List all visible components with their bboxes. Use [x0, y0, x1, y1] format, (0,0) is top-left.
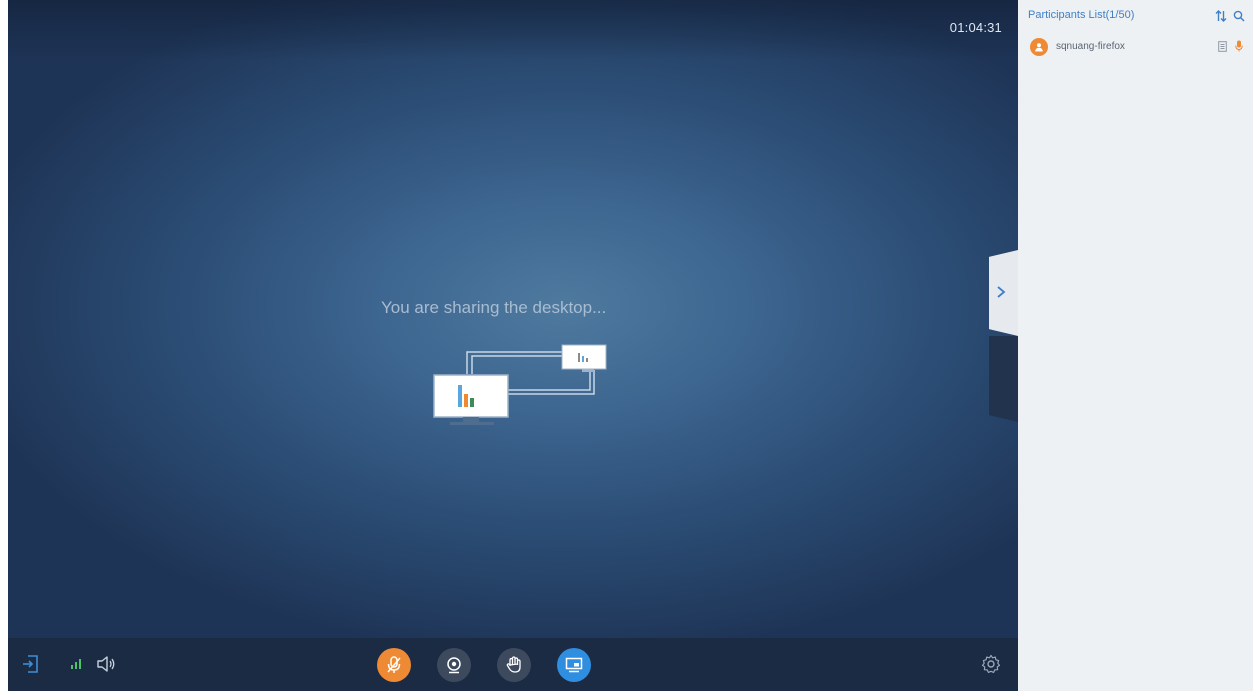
speaker-button[interactable] — [96, 656, 116, 672]
raise-hand-button[interactable] — [497, 648, 531, 682]
exit-icon — [23, 655, 38, 673]
search-icon — [1233, 10, 1245, 22]
user-icon — [1035, 43, 1043, 52]
speaker-icon — [97, 656, 115, 672]
sort-button[interactable] — [1215, 9, 1227, 27]
avatar — [1030, 38, 1048, 56]
participants-title: Participants List(1/50) — [1028, 9, 1135, 21]
video-stage: 01:04:31 You are sharing the desktop... — [8, 0, 1018, 638]
mic-muted-icon — [387, 656, 401, 673]
participant-row[interactable]: sqnuang-firefox — [1018, 34, 1253, 62]
settings-icon — [981, 654, 1001, 673]
chevron-right-icon — [997, 286, 1006, 298]
mute-mic-button[interactable] — [377, 648, 411, 682]
exit-button[interactable] — [22, 654, 40, 674]
sort-icon — [1215, 10, 1227, 22]
meeting-window: 01:04:31 You are sharing the desktop... — [0, 0, 1253, 691]
meeting-controls-bar — [8, 638, 1018, 691]
participant-name: sqnuang-firefox — [1056, 41, 1125, 52]
screen-share-icon — [565, 657, 583, 673]
settings-button[interactable] — [981, 654, 1001, 674]
mic-icon[interactable] — [1235, 40, 1243, 52]
screen-share-button[interactable] — [557, 648, 591, 682]
signal-icon — [71, 659, 81, 669]
meeting-timer: 01:04:31 — [949, 20, 1002, 35]
hand-icon — [506, 656, 521, 673]
search-button[interactable] — [1233, 9, 1245, 27]
doc-icon — [1218, 40, 1227, 52]
sharing-status-text: You are sharing the desktop... — [381, 298, 607, 317]
network-signal — [70, 658, 82, 670]
participants-panel: Participants List(1/50) sqnuang-firefox — [1018, 0, 1253, 691]
camera-icon — [447, 657, 461, 674]
chat-toggle-button[interactable] — [989, 336, 1018, 422]
camera-button[interactable] — [437, 648, 471, 682]
desktop-share-illustration — [433, 344, 607, 425]
participants-header: Participants List(1/50) — [1018, 0, 1253, 34]
panel-toggle-handle — [989, 250, 1018, 422]
collapse-panel-button[interactable] — [989, 250, 1018, 336]
